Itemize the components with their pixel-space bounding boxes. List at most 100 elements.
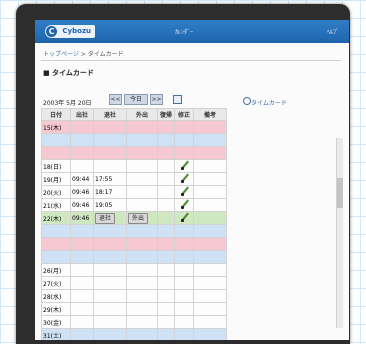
pencil-icon[interactable] [180, 187, 189, 196]
clock-in-cell [70, 159, 94, 173]
note-cell [193, 263, 227, 277]
edit-cell [174, 263, 194, 277]
return-cell [157, 185, 175, 199]
page-title: ■ タイムカード [43, 69, 94, 77]
clock-out-cell [93, 120, 127, 134]
go-out-cell [126, 146, 158, 160]
timecard-rows: 15(木) 18(日) 19(月) 09:44 17:55 20(火) 09:46 18:17… [41, 120, 227, 340]
clock-out-cell [93, 159, 127, 173]
clock-in-cell [70, 263, 94, 277]
clock-out-cell [93, 263, 127, 277]
pencil-icon[interactable] [180, 200, 189, 209]
top-nav-link[interactable]: ｶﾚﾝﾀﾞｰ [175, 27, 193, 36]
go-out-cell [126, 133, 158, 147]
note-cell [193, 172, 227, 186]
breadcrumb: トップページ > タイムカード [43, 49, 124, 58]
pencil-icon[interactable] [180, 213, 189, 222]
note-cell [193, 289, 227, 303]
prev-week-button[interactable]: << [109, 94, 122, 105]
clock-in-cell [70, 250, 94, 264]
date-cell: 21(水) [41, 198, 71, 212]
clock-in-cell [70, 224, 94, 238]
go-out-cell [126, 172, 158, 186]
note-cell [193, 237, 227, 251]
timecard-link[interactable]: タイムカード [251, 98, 287, 107]
logo-mark-icon: C [46, 26, 57, 37]
return-cell [157, 328, 175, 340]
table-row: 21(水) 09:46 19:05 [41, 198, 227, 212]
calendar-icon[interactable] [173, 95, 182, 104]
clock-in-cell: 09:46 [70, 211, 94, 225]
go-out-cell [126, 185, 158, 199]
logo-text: Cybozu [62, 27, 91, 35]
breadcrumb-separator: > [78, 51, 88, 58]
go-out-cell [126, 224, 158, 238]
date-cell: 28(水) [41, 289, 71, 303]
pencil-icon[interactable] [180, 161, 189, 170]
scrollbar-thumb[interactable] [337, 178, 343, 208]
table-row [41, 224, 227, 238]
date-cell: 20(火) [41, 185, 71, 199]
go-out-cell [126, 159, 158, 173]
clock-in-cell: 09:44 [70, 172, 94, 186]
app-screen: C Cybozu ｶﾚﾝﾀﾞｰ ﾍﾙﾌﾟ トップページ > タイムカード ■ タ… [35, 20, 349, 340]
edit-cell [174, 276, 194, 290]
table-row: 26(月) [41, 263, 227, 277]
vertical-scrollbar[interactable] [336, 138, 343, 328]
date-cell: 18(日) [41, 159, 71, 173]
table-row: 22(木) 09:46 退社 外出 [41, 211, 227, 225]
col-memo-header: 外出 [126, 108, 158, 121]
table-row [41, 250, 227, 264]
help-link[interactable]: ﾍﾙﾌﾟ [327, 27, 339, 36]
return-cell [157, 133, 175, 147]
note-cell [193, 315, 227, 329]
clock-in-cell [70, 276, 94, 290]
go-out-cell [126, 250, 158, 264]
clock-out-cell: 18:17 [93, 185, 127, 199]
col-return-header: 復帰 [157, 108, 175, 121]
return-cell [157, 146, 175, 160]
current-date: 2003年 5月 20日 [43, 100, 92, 107]
table-row [41, 237, 227, 251]
edit-cell [174, 185, 194, 199]
table-row: 18(日) [41, 159, 227, 173]
col-edit-header: 修正 [174, 108, 194, 121]
col-in-header: 出社 [70, 108, 94, 121]
go-out-button[interactable]: 外出 [128, 212, 149, 224]
clock-in-cell [70, 302, 94, 316]
date-cell: 26(月) [41, 263, 71, 277]
edit-cell [174, 133, 194, 147]
clock-in-cell: 09:46 [70, 198, 94, 212]
pencil-icon[interactable] [180, 174, 189, 183]
clock-icon [243, 97, 251, 105]
breadcrumb-current: タイムカード [87, 51, 124, 58]
go-out-cell [126, 263, 158, 277]
return-cell [157, 276, 175, 290]
clock-out-cell: 19:05 [93, 198, 127, 212]
col-date-header: 日付 [41, 108, 71, 121]
clock-out-cell [93, 224, 127, 238]
edit-cell [174, 315, 194, 329]
note-cell [193, 302, 227, 316]
go-out-cell [126, 289, 158, 303]
edit-cell [174, 120, 194, 134]
clock-out-cell [93, 237, 127, 251]
clock-out-cell [93, 276, 127, 290]
clock-out-button[interactable]: 退社 [95, 212, 116, 224]
clock-out-cell [93, 133, 127, 147]
clock-in-cell [70, 120, 94, 134]
go-out-cell [126, 276, 158, 290]
return-cell [157, 159, 175, 173]
app-logo[interactable]: C Cybozu [45, 25, 95, 38]
return-cell [157, 289, 175, 303]
clock-in-cell [70, 133, 94, 147]
next-week-button[interactable]: >> [150, 94, 163, 105]
date-cell [41, 133, 71, 147]
go-out-cell [126, 315, 158, 329]
note-cell [193, 328, 227, 340]
return-cell [157, 172, 175, 186]
today-button[interactable]: 今日 [124, 94, 148, 105]
date-cell: 19(月) [41, 172, 71, 186]
edit-cell [174, 328, 194, 340]
breadcrumb-home-link[interactable]: トップページ [43, 51, 79, 58]
